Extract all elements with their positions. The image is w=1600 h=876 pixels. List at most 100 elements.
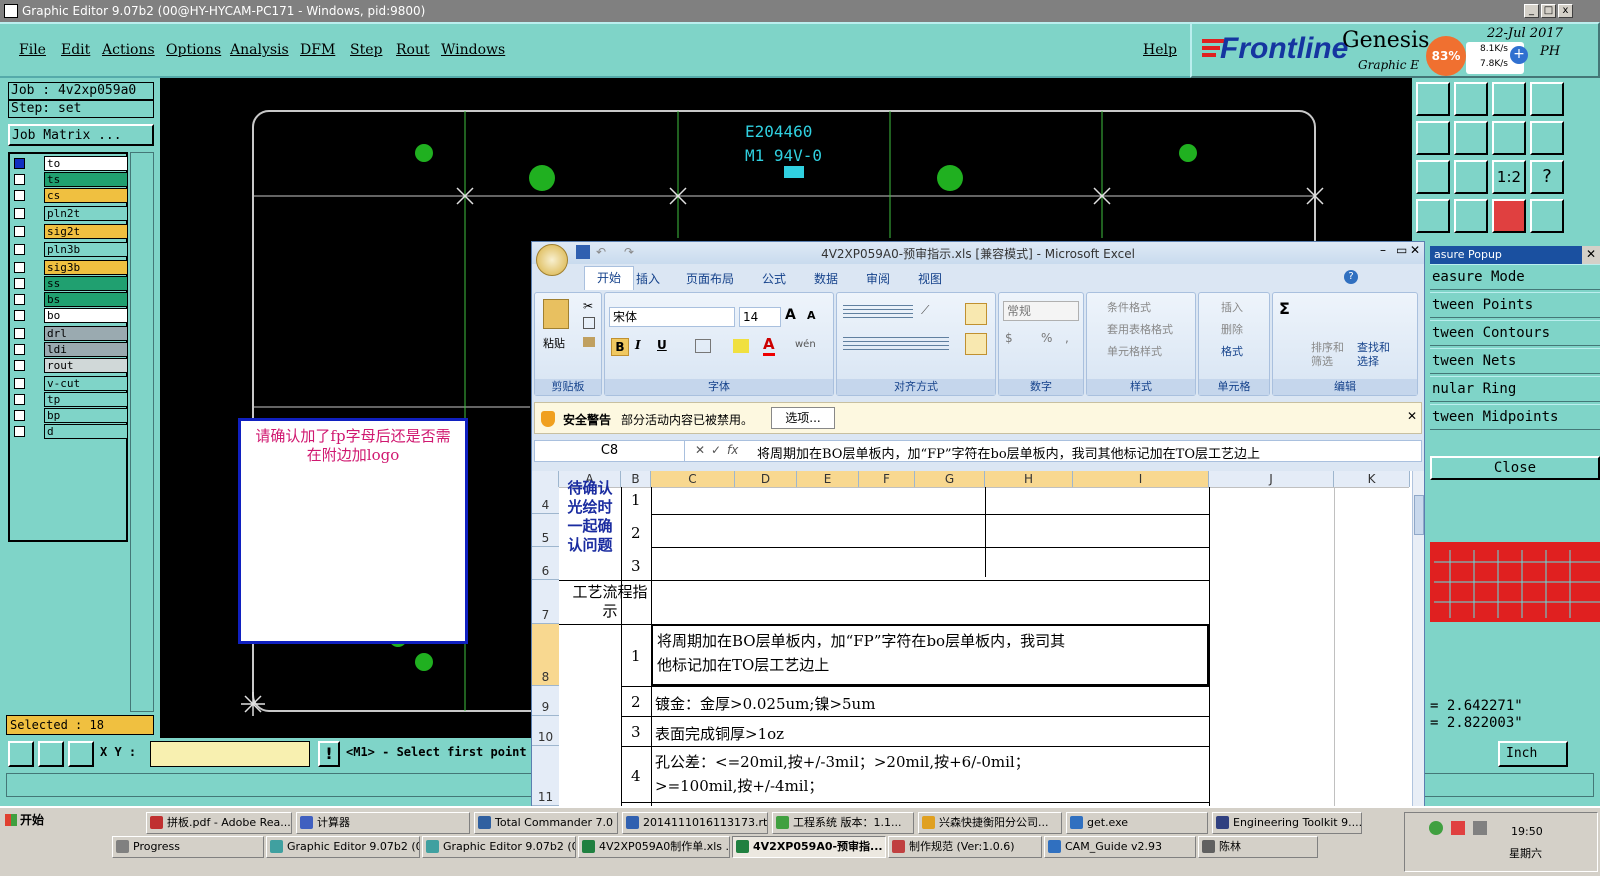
maximize-button[interactable]: □ xyxy=(1541,4,1556,18)
ribbon-tab-5[interactable]: 审阅 xyxy=(866,270,890,287)
menu-step[interactable]: Step xyxy=(350,42,382,58)
layer-row-tp[interactable]: tp xyxy=(12,392,128,407)
cell-c11-line2[interactable]: >=100mil,按+/-4mil； xyxy=(655,775,823,796)
shrink-font-icon[interactable]: A xyxy=(807,309,816,322)
tool-home-icon[interactable] xyxy=(1492,82,1526,116)
row-header-7[interactable]: 7 xyxy=(532,580,559,624)
tool-help-icon[interactable]: ? xyxy=(1530,160,1564,194)
excel-minimize-button[interactable]: – xyxy=(1380,243,1386,257)
insert-cells-button[interactable]: 插入 xyxy=(1221,299,1243,315)
measure-close-icon[interactable]: ✕ xyxy=(1582,246,1600,264)
tool-snap-icon[interactable] xyxy=(1454,199,1488,233)
ribbon-tab-2[interactable]: 页面布局 xyxy=(686,270,734,287)
security-close-icon[interactable]: ✕ xyxy=(1407,409,1417,423)
cell-c11-line1[interactable]: 孔公差：<=20mil,按+/-3mil；>20mil,按+6/-0mil； xyxy=(655,751,1030,772)
layer-name[interactable]: v-cut xyxy=(44,376,128,391)
layer-row-rout[interactable]: rout xyxy=(12,358,128,373)
column-header-I[interactable]: I xyxy=(1073,471,1209,487)
layer-row-sig2t[interactable]: sig2t xyxy=(12,224,128,239)
column-header-F[interactable]: F xyxy=(859,471,915,487)
taskbar-window-6[interactable]: CAM_Guide v2.93 xyxy=(1044,836,1196,858)
status-grid-icon[interactable] xyxy=(68,741,94,767)
layer-name[interactable]: tp xyxy=(44,392,128,407)
layer-row-bs[interactable]: bs xyxy=(12,292,128,307)
layer-name[interactable]: cs xyxy=(44,188,128,203)
layer-row-ldi[interactable]: ldi xyxy=(12,342,128,357)
underline-button[interactable]: U xyxy=(657,338,667,352)
cell-a4-confirm[interactable]: 待确认光绘时一起确认问题 xyxy=(562,479,618,555)
column-header-G[interactable]: G xyxy=(915,471,985,487)
measure-option-0[interactable]: easure Mode xyxy=(1430,264,1600,290)
percent-icon[interactable]: % xyxy=(1041,331,1052,345)
layer-row-d[interactable]: d xyxy=(12,424,128,439)
layer-row-pln2t[interactable]: pln2t xyxy=(12,206,128,221)
tool-pan-left-icon[interactable] xyxy=(1416,121,1450,155)
layer-scrollbar[interactable] xyxy=(130,152,154,712)
column-header-H[interactable]: H xyxy=(985,471,1073,487)
tool-drc-icon[interactable] xyxy=(1530,199,1564,233)
find-select-button[interactable]: 查找和选择 xyxy=(1357,341,1397,369)
menu-windows[interactable]: Windows xyxy=(441,42,505,58)
layer-row-ss[interactable]: ss xyxy=(12,276,128,291)
layer-checkbox[interactable] xyxy=(14,394,25,405)
layer-checkbox[interactable] xyxy=(14,378,25,389)
status-tool-1-icon[interactable] xyxy=(8,741,34,767)
taskbar-window-7[interactable]: 陈林 xyxy=(1198,836,1318,858)
select-all-corner[interactable] xyxy=(532,471,559,487)
tool-net-icon[interactable] xyxy=(1492,199,1526,233)
layer-name[interactable]: bp xyxy=(44,408,128,423)
currency-icon[interactable]: $ xyxy=(1005,331,1013,345)
ribbon-tab-3[interactable]: 公式 xyxy=(762,270,786,287)
number-format-select[interactable]: 常规 xyxy=(1003,301,1079,321)
close-button[interactable]: x xyxy=(1558,4,1573,18)
menu-rout[interactable]: Rout xyxy=(396,42,430,58)
row-header-9[interactable]: 9 xyxy=(532,686,559,716)
menu-edit[interactable]: Edit xyxy=(61,42,90,58)
layer-name[interactable]: sig2t xyxy=(44,224,128,239)
format-cells-button[interactable]: 格式 xyxy=(1221,343,1243,359)
formula-cancel-icon[interactable]: ✕ xyxy=(695,443,705,457)
layer-row-bp[interactable]: bp xyxy=(12,408,128,423)
taskbar-item-0[interactable]: 拼板.pdf - Adobe Rea... xyxy=(146,812,292,834)
layer-checkbox[interactable] xyxy=(14,174,25,185)
note-popup[interactable]: 请确认加了fp字母后还是否需在附边加logo xyxy=(238,418,468,644)
layer-name[interactable]: pln2t xyxy=(44,206,128,221)
measure-option-2[interactable]: tween Contours xyxy=(1430,320,1600,346)
row-header-6[interactable]: 6 xyxy=(532,547,559,580)
column-header-E[interactable]: E xyxy=(797,471,859,487)
cell-b10[interactable]: 3 xyxy=(631,723,641,741)
taskbar-item-3[interactable]: 20141110161131​73.rt... xyxy=(622,812,768,834)
italic-button[interactable]: I xyxy=(635,338,641,352)
layer-name[interactable]: d xyxy=(44,424,128,439)
taskbar-item-4[interactable]: 工程系统 版本：1.1... xyxy=(772,812,914,834)
layer-checkbox[interactable] xyxy=(14,262,25,273)
row-header-5[interactable]: 5 xyxy=(532,514,559,547)
layer-row-cs[interactable]: cs xyxy=(12,188,128,203)
layer-checkbox[interactable] xyxy=(14,410,25,421)
column-header-K[interactable]: K xyxy=(1334,471,1410,487)
menu-analysis[interactable]: Analysis xyxy=(230,42,289,58)
formula-input[interactable]: 将周期加在BO层单板内，加“FP”字符在bo层单板内，我司其他标记加在TO层工艺… xyxy=(757,443,1260,462)
tool-window-icon[interactable] xyxy=(1530,82,1564,116)
tool-one-to-two-icon[interactable]: 1:2 xyxy=(1492,160,1526,194)
taskbar-window-4[interactable]: 4V2XP059A0-预审指... xyxy=(732,836,886,858)
cell-b4[interactable]: 1 xyxy=(631,491,641,509)
layer-checkbox[interactable] xyxy=(14,344,25,355)
comma-icon[interactable]: , xyxy=(1065,331,1069,345)
layer-name[interactable]: sig3b xyxy=(44,260,128,275)
layer-name[interactable]: ts xyxy=(44,172,128,187)
xy-input[interactable] xyxy=(150,741,310,767)
worksheet[interactable]: ABCDEFGHIJK 4 5 6 7 8 9 10 11 待确认光绘时一起确认问题 工艺流程… xyxy=(532,471,1412,811)
horizontal-align-icons[interactable] xyxy=(843,337,949,353)
cell-c8-selected[interactable]: 将周期加在BO层单板内，加“FP”字符在bo层单板内，我司其 他标记加在TO层工… xyxy=(651,624,1209,686)
layer-name[interactable]: bs xyxy=(44,292,128,307)
ribbon-tab-4[interactable]: 数据 xyxy=(814,270,838,287)
taskbar-item-5[interactable]: 兴森快捷衡阳分公司... xyxy=(918,812,1062,834)
tray-app-icon[interactable] xyxy=(1429,821,1443,835)
taskbar-window-0[interactable]: Progress xyxy=(112,836,264,858)
ribbon-tab-6[interactable]: 视图 xyxy=(918,270,942,287)
tray-security-icon[interactable] xyxy=(1451,821,1465,835)
tool-fit-icon[interactable] xyxy=(1492,121,1526,155)
netmon-plus-icon[interactable]: + xyxy=(1510,46,1528,64)
delete-cells-button[interactable]: 删除 xyxy=(1221,321,1243,337)
